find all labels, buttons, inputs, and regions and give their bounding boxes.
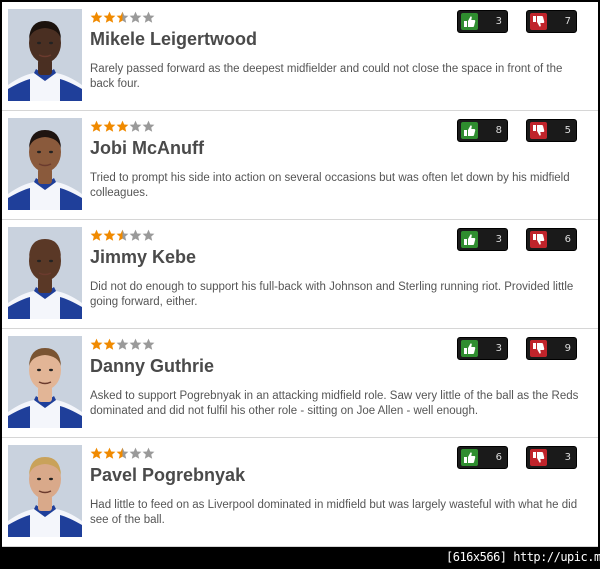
thumbs-up-count: 3 [495, 343, 502, 354]
star-rating [90, 11, 155, 24]
star-half-icon [116, 229, 129, 241]
watermark-footer: [616x566] http://upic.me/ [446, 550, 600, 566]
thumbs-up-button[interactable]: 6 [457, 446, 508, 469]
player-card: Danny Guthrie Asked to support Pogrebnya… [2, 329, 598, 438]
thumbs-up-icon [461, 449, 478, 466]
thumbs-up-button[interactable]: 3 [457, 228, 508, 251]
player-ratings-list: Mikele Leigertwood Rarely passed forward… [2, 2, 598, 547]
star-filled-icon [90, 338, 103, 350]
thumbs-up-count: 3 [495, 234, 502, 245]
thumbs-down-count: 6 [564, 234, 571, 245]
star-filled-icon [90, 447, 103, 459]
star-half-icon [116, 447, 129, 459]
player-photo [8, 227, 82, 319]
player-name: Jimmy Kebe [90, 247, 197, 267]
player-card: Jimmy Kebe Did not do enough to support … [2, 220, 598, 329]
player-name: Danny Guthrie [90, 356, 215, 376]
thumbs-down-icon [530, 13, 547, 30]
thumbs-down-icon [530, 449, 547, 466]
star-empty-icon [116, 338, 129, 350]
thumbs-up-button[interactable]: 8 [457, 119, 508, 142]
star-rating [90, 447, 155, 460]
thumbs-up-icon [461, 231, 478, 248]
thumbs-down-button[interactable]: 6 [526, 228, 577, 251]
star-empty-icon [142, 229, 155, 241]
star-filled-icon [90, 120, 103, 132]
thumbs-up-icon [461, 13, 478, 30]
thumbs-down-count: 7 [564, 16, 571, 27]
thumbs-down-button[interactable]: 3 [526, 446, 577, 469]
thumbs-up-count: 6 [495, 452, 502, 463]
player-description: Rarely passed forward as the deepest mid… [90, 63, 563, 90]
player-name: Mikele Leigertwood [90, 29, 258, 49]
thumbs-down-button[interactable]: 5 [526, 119, 577, 142]
star-filled-icon [103, 338, 116, 350]
player-description: Asked to support Pogrebnyak in an attack… [90, 390, 579, 417]
star-empty-icon [129, 11, 142, 23]
thumbs-down-button[interactable]: 9 [526, 337, 577, 360]
star-filled-icon [103, 120, 116, 132]
star-half-icon [116, 11, 129, 23]
star-filled-icon [116, 120, 129, 132]
player-name: Pavel Pogrebnyak [90, 465, 246, 485]
star-rating [90, 120, 155, 133]
player-description: Had little to feed on as Liverpool domin… [90, 499, 578, 526]
thumbs-down-count: 9 [564, 343, 571, 354]
player-photo [8, 118, 82, 210]
thumbs-up-icon [461, 340, 478, 357]
star-empty-icon [129, 338, 142, 350]
thumbs-down-button[interactable]: 7 [526, 10, 577, 33]
thumbs-up-button[interactable]: 3 [457, 337, 508, 360]
star-empty-icon [142, 447, 155, 459]
star-empty-icon [142, 11, 155, 23]
player-name: Jobi McAnuff [90, 138, 204, 158]
player-portrait-image [8, 336, 82, 428]
player-portrait-image [8, 227, 82, 319]
star-filled-icon [103, 447, 116, 459]
star-rating [90, 229, 155, 242]
star-filled-icon [103, 229, 116, 241]
thumbs-up-count: 8 [495, 125, 502, 136]
thumbs-down-count: 5 [564, 125, 571, 136]
star-filled-icon [90, 11, 103, 23]
star-filled-icon [103, 11, 116, 23]
star-empty-icon [129, 229, 142, 241]
star-empty-icon [129, 120, 142, 132]
player-portrait-image [8, 118, 82, 210]
player-description: Tried to prompt his side into action on … [90, 172, 570, 199]
star-filled-icon [90, 229, 103, 241]
player-photo [8, 9, 82, 101]
player-card: Pavel Pogrebnyak Had little to feed on a… [2, 438, 598, 547]
thumbs-up-button[interactable]: 3 [457, 10, 508, 33]
star-empty-icon [129, 447, 142, 459]
player-card: Jobi McAnuff Tried to prompt his side in… [2, 111, 598, 220]
player-description: Did not do enough to support his full-ba… [90, 281, 574, 308]
player-portrait-image [8, 445, 82, 537]
star-rating [90, 338, 155, 351]
thumbs-down-icon [530, 231, 547, 248]
player-photo [8, 445, 82, 537]
star-empty-icon [142, 120, 155, 132]
player-portrait-image [8, 9, 82, 101]
thumbs-down-count: 3 [564, 452, 571, 463]
star-empty-icon [142, 338, 155, 350]
thumbs-down-icon [530, 122, 547, 139]
thumbs-up-count: 3 [495, 16, 502, 27]
player-card: Mikele Leigertwood Rarely passed forward… [2, 2, 598, 111]
thumbs-up-icon [461, 122, 478, 139]
player-photo [8, 336, 82, 428]
thumbs-down-icon [530, 340, 547, 357]
